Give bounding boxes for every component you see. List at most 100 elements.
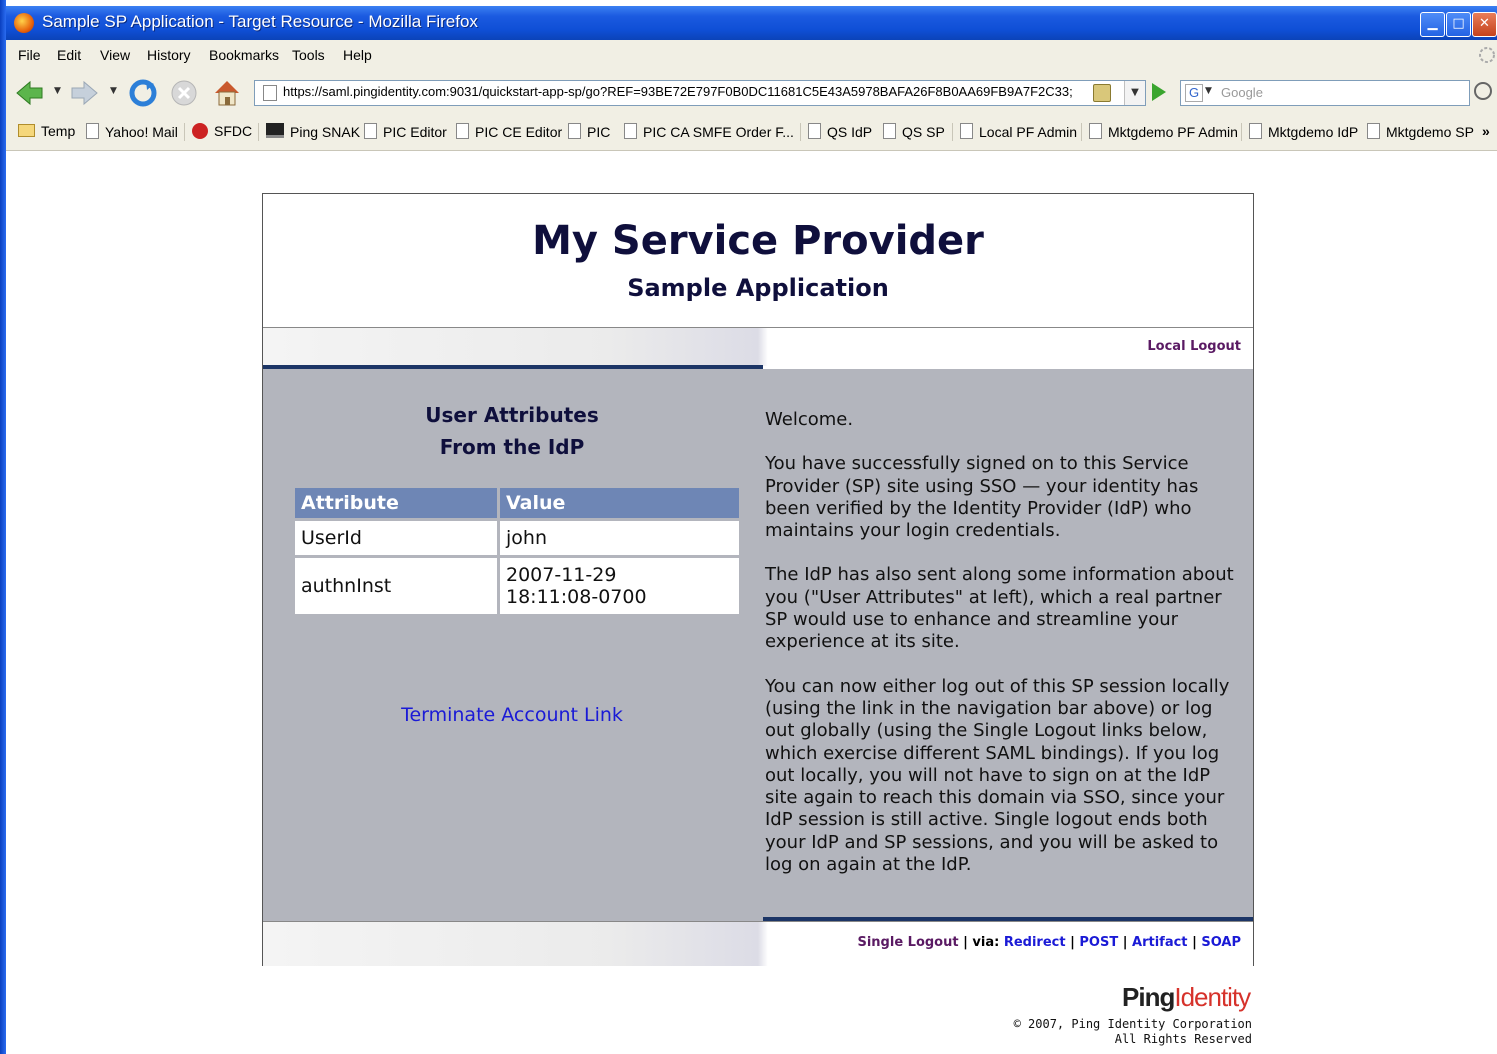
post-link[interactable]: POST	[1079, 935, 1118, 950]
bookmark-mktgdemo-pf-admin[interactable]: Mktgdemo PF Admin	[1089, 123, 1238, 140]
snak-icon	[266, 123, 284, 138]
bookmark-temp[interactable]: Temp	[18, 123, 75, 139]
back-icon[interactable]	[14, 78, 44, 108]
search-box[interactable]: G ▼ Google	[1180, 80, 1470, 106]
forward-icon[interactable]	[70, 78, 100, 108]
artifact-link[interactable]: Artifact	[1132, 935, 1188, 950]
minimize-button[interactable]: ▁	[1420, 12, 1445, 37]
user-attributes-table: Attribute Value UserId john authnInst 20…	[292, 485, 742, 617]
menu-view[interactable]: View	[100, 47, 130, 63]
bookmark-qs-sp[interactable]: QS SP	[883, 123, 945, 140]
page-icon	[86, 123, 99, 139]
back-dropdown-icon[interactable]: ▼	[54, 86, 61, 96]
search-engine-icon[interactable]: G	[1185, 84, 1203, 102]
content-panel: User Attributes From the IdP Attribute V…	[263, 369, 1253, 921]
window-border	[0, 0, 6, 1054]
welcome-heading: Welcome.	[765, 409, 854, 430]
bookmark-sfdc[interactable]: SFDC	[192, 123, 252, 139]
bookmark-mktgdemo-idp[interactable]: Mktgdemo IdP	[1249, 123, 1358, 140]
attribute-name: UserId	[295, 521, 497, 555]
navigation-toolbar: ▼ ▼ https://saml.pingidentity.com:9031/q…	[6, 72, 1497, 114]
column-header-value: Value	[500, 488, 739, 518]
via-label: via:	[972, 935, 1000, 950]
page-icon	[364, 123, 377, 139]
reload-icon[interactable]	[128, 78, 158, 108]
url-bar[interactable]: https://saml.pingidentity.com:9031/quick…	[254, 80, 1146, 106]
maximize-icon: □	[1452, 16, 1465, 31]
ping-identity-logo: PingIdentity	[1122, 982, 1251, 1012]
menu-bar: File Edit View History Bookmarks Tools H…	[6, 40, 1497, 72]
throbber-icon	[1479, 47, 1495, 63]
menu-edit[interactable]: Edit	[57, 47, 81, 63]
search-placeholder: Google	[1221, 85, 1263, 100]
welcome-text: Welcome. You have successfully signed on…	[765, 409, 1235, 898]
browser-window: Sample SP Application - Target Resource …	[0, 0, 1497, 1054]
url-text[interactable]: https://saml.pingidentity.com:9031/quick…	[283, 84, 1088, 99]
maximize-button[interactable]: □	[1446, 12, 1471, 37]
table-header-row: Attribute Value	[295, 488, 739, 518]
menu-help[interactable]: Help	[343, 47, 372, 63]
sp-application-frame: My Service Provider Sample Application L…	[262, 193, 1254, 966]
bookmark-yahoo-mail[interactable]: Yahoo! Mail	[86, 123, 178, 140]
menu-tools[interactable]: Tools	[292, 47, 325, 63]
attribute-value: 2007-11-29 18:11:08-0700	[500, 558, 739, 614]
bookmark-local-pf-admin[interactable]: Local PF Admin	[960, 123, 1077, 140]
bookmark-ping-snak[interactable]: Ping SNAK	[266, 123, 360, 140]
table-row: authnInst 2007-11-29 18:11:08-0700	[295, 558, 739, 614]
home-icon[interactable]	[212, 78, 242, 108]
local-logout-link[interactable]: Local Logout	[1147, 339, 1241, 354]
welcome-paragraph-1: You have successfully signed on to this …	[765, 453, 1199, 542]
close-icon: ✕	[1479, 16, 1490, 31]
page-subtitle: Sample Application	[627, 274, 889, 302]
attribute-value: john	[500, 521, 739, 555]
welcome-paragraph-2: The IdP has also sent along some informa…	[765, 564, 1234, 653]
folder-icon	[18, 124, 35, 137]
column-header-attribute: Attribute	[295, 488, 497, 518]
stop-icon[interactable]	[169, 78, 199, 108]
bookmark-pic[interactable]: PIC	[568, 123, 610, 140]
firefox-icon	[14, 13, 34, 33]
search-engine-dropdown-icon[interactable]: ▼	[1205, 86, 1212, 96]
sfdc-icon	[192, 123, 208, 139]
top-navigation-bar: Local Logout	[263, 327, 1253, 366]
window-title: Sample SP Application - Target Resource …	[42, 12, 478, 31]
forward-dropdown-icon[interactable]: ▼	[110, 86, 117, 96]
user-attributes-heading: User Attributes From the IdP	[425, 403, 599, 459]
minimize-icon: ▁	[1427, 16, 1438, 31]
table-row: UserId john	[295, 521, 739, 555]
bookmark-pic-ce-editor[interactable]: PIC CE Editor	[456, 123, 562, 140]
single-logout-link[interactable]: Single Logout	[857, 935, 958, 950]
search-icon[interactable]	[1474, 82, 1492, 100]
bookmark-pic-editor[interactable]: PIC Editor	[364, 123, 447, 140]
page-icon	[568, 123, 581, 139]
bookmark-mktgdemo-sp[interactable]: Mktgdemo SP	[1367, 123, 1474, 140]
page-icon	[883, 123, 896, 139]
page-icon	[1249, 123, 1262, 139]
bookmark-qs-idp[interactable]: QS IdP	[808, 123, 872, 140]
lock-icon[interactable]	[1093, 84, 1111, 102]
close-button[interactable]: ✕	[1472, 12, 1497, 37]
page-title: My Service Provider	[532, 218, 984, 264]
page-icon	[456, 123, 469, 139]
menu-file[interactable]: File	[18, 47, 41, 63]
menu-history[interactable]: History	[147, 47, 191, 63]
soap-link[interactable]: SOAP	[1201, 935, 1241, 950]
copyright-notice: © 2007, Ping Identity Corporation All Ri…	[1013, 1017, 1252, 1046]
single-logout-links: Single Logout | via: Redirect | POST | A…	[857, 935, 1241, 950]
go-icon[interactable]	[1152, 83, 1166, 101]
page-icon	[263, 85, 277, 101]
bookmark-pic-ca-smfe[interactable]: PIC CA SMFE Order F...	[624, 123, 794, 140]
page-icon	[1089, 123, 1102, 139]
url-dropdown-icon[interactable]: ▼	[1124, 81, 1145, 105]
menu-bookmarks[interactable]: Bookmarks	[209, 47, 279, 63]
redirect-link[interactable]: Redirect	[1004, 935, 1066, 950]
title-bar[interactable]: Sample SP Application - Target Resource …	[6, 6, 1497, 40]
page-icon	[960, 123, 973, 139]
bookmarks-toolbar: Temp Yahoo! Mail SFDC Ping SNAK PIC Edit…	[6, 114, 1497, 151]
terminate-account-link[interactable]: Terminate Account Link	[263, 704, 761, 726]
welcome-paragraph-3: You can now either log out of this SP se…	[765, 675, 1230, 876]
page-icon	[808, 123, 821, 139]
attribute-name: authnInst	[295, 558, 497, 614]
bottom-navigation-bar: Single Logout | via: Redirect | POST | A…	[263, 921, 1253, 966]
bookmarks-overflow-chevron-icon[interactable]: »	[1482, 123, 1490, 139]
